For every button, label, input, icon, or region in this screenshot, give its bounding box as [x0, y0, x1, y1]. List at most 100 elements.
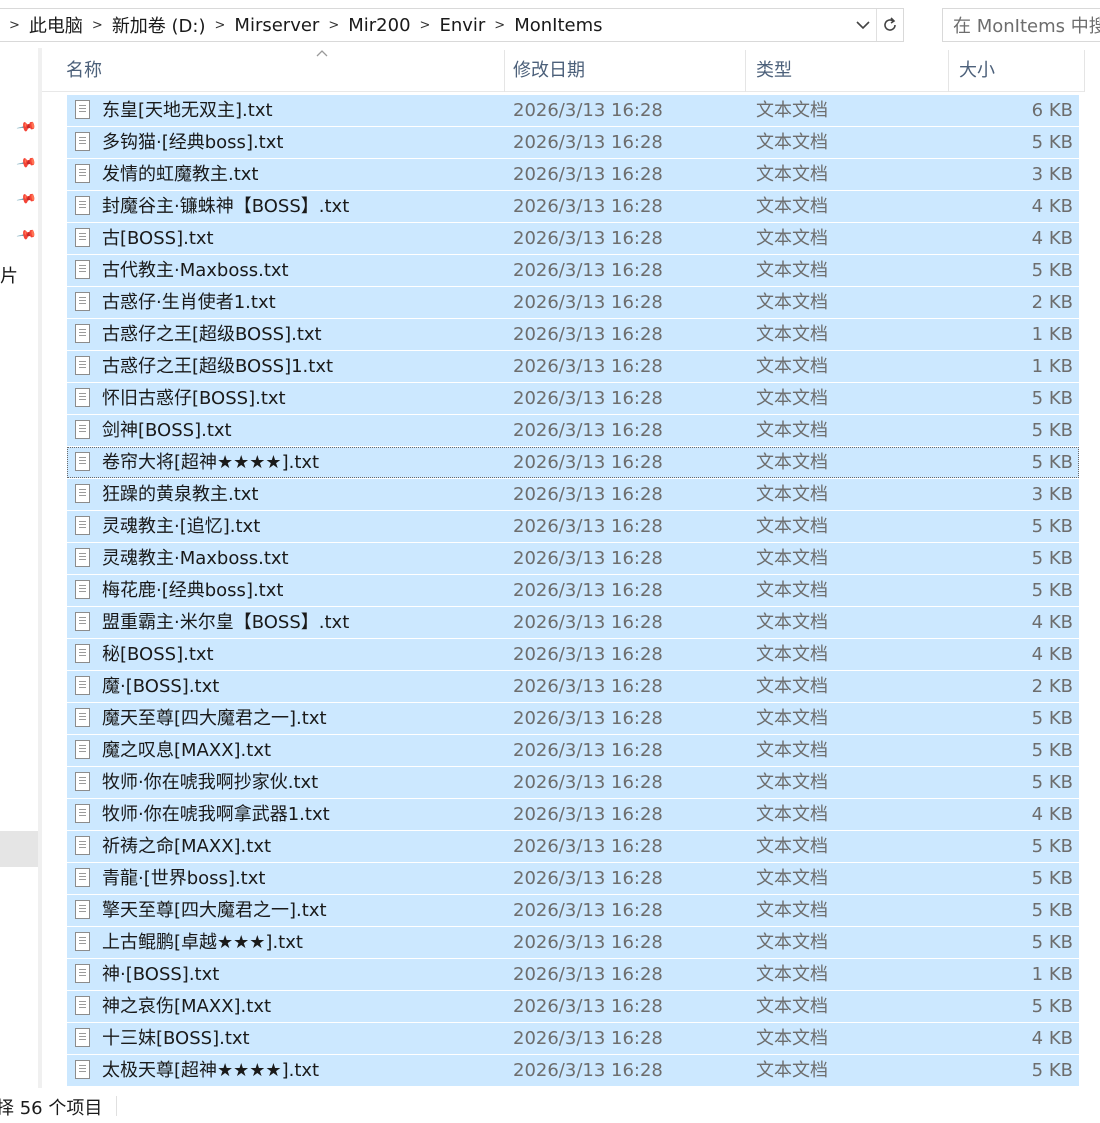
file-row[interactable]: 牧师·你在唬我啊抄家伙.txt 2026/3/13 16:28 文本文档 5 KB [67, 767, 1079, 798]
file-size: 5 KB [1031, 868, 1073, 889]
file-row[interactable]: 上古鲲鹏[卓越★★★].txt 2026/3/13 16:28 文本文档 5 KB [67, 927, 1079, 958]
file-row[interactable]: 古惑仔之王[超级BOSS]1.txt 2026/3/13 16:28 文本文档 1 K… [67, 351, 1079, 382]
file-row[interactable]: 东皇[天地无双主].txt 2026/3/13 16:28 文本文档 6 KB [67, 95, 1079, 126]
pin-icon[interactable]: 📌 [15, 189, 37, 211]
file-type: 文本文档 [756, 708, 828, 729]
search-input[interactable]: 在 MonItems 中搜 [942, 8, 1100, 42]
file-row[interactable]: 牧师·你在唬我啊拿武器1.txt 2026/3/13 16:28 文本文档 4 KB [67, 799, 1079, 830]
pin-icon[interactable]: 📌 [15, 153, 37, 175]
file-size: 5 KB [1031, 740, 1073, 761]
text-file-icon [75, 900, 90, 919]
address-bar[interactable]: > 此电脑 > 新加卷 (D:) > Mirserver > Mir200 > … [0, 8, 904, 42]
breadcrumb-drive-d[interactable]: 新加卷 (D:) [112, 12, 206, 38]
file-row[interactable]: 灵魂教主·[追忆].txt 2026/3/13 16:28 文本文档 5 KB [67, 511, 1079, 542]
file-name: 古惑仔之王[超级BOSS].txt [102, 324, 322, 345]
file-row[interactable]: 怀旧古惑仔[BOSS].txt 2026/3/13 16:28 文本文档 5 KB [67, 383, 1079, 414]
file-row[interactable]: 青龍·[世界boss].txt 2026/3/13 16:28 文本文档 5 KB [67, 863, 1079, 894]
text-file-icon [75, 388, 90, 407]
file-type: 文本文档 [756, 964, 828, 985]
refresh-icon[interactable] [876, 9, 903, 41]
column-header-date[interactable]: 修改日期 [503, 50, 746, 92]
file-size: 5 KB [1031, 996, 1073, 1017]
file-row[interactable]: 狂躁的黄泉教主.txt 2026/3/13 16:28 文本文档 3 KB [67, 479, 1079, 510]
file-row[interactable]: 灵魂教主·Maxboss.txt 2026/3/13 16:28 文本文档 5 KB [67, 543, 1079, 574]
file-row[interactable]: 擎天至尊[四大魔君之一].txt 2026/3/13 16:28 文本文档 5 KB [67, 895, 1079, 926]
nav-scrollbar[interactable] [38, 48, 42, 1088]
file-type: 文本文档 [756, 1028, 828, 1049]
text-file-icon [75, 260, 90, 279]
breadcrumb-envir[interactable]: Envir [439, 15, 485, 36]
nav-item-label[interactable]: 照片 [0, 262, 18, 288]
breadcrumb-this-pc[interactable]: 此电脑 [29, 12, 83, 38]
text-file-icon [75, 548, 90, 567]
file-size: 5 KB [1031, 1060, 1073, 1081]
breadcrumb-separator-icon[interactable]: > [411, 18, 440, 33]
file-row[interactable]: 魔之叹息[MAXX].txt 2026/3/13 16:28 文本文档 5 KB [67, 735, 1079, 766]
file-row[interactable]: 太极天尊[超神★★★★].txt 2026/3/13 16:28 文本文档 5 KB [67, 1055, 1079, 1086]
breadcrumb-mir200[interactable]: Mir200 [348, 15, 410, 36]
chevron-down-icon[interactable] [850, 9, 876, 41]
file-row[interactable]: 古惑仔·生肖使者1.txt 2026/3/13 16:28 文本文档 2 KB [67, 287, 1079, 318]
file-name: 祈祷之命[MAXX].txt [102, 836, 272, 857]
file-row[interactable]: 梅花鹿·[经典boss].txt 2026/3/13 16:28 文本文档 5 KB [67, 575, 1079, 606]
file-row[interactable]: 卷帘大将[超神★★★★].txt 2026/3/13 16:28 文本文档 5 KB [67, 447, 1079, 478]
file-name: 怀旧古惑仔[BOSS].txt [102, 388, 286, 409]
file-row[interactable]: 封魔谷主·镰蛛神【BOSS】.txt 2026/3/13 16:28 文本文档 4 K… [67, 191, 1079, 222]
breadcrumb-monitems[interactable]: MonItems [514, 15, 602, 36]
file-row[interactable]: 古代教主·Maxboss.txt 2026/3/13 16:28 文本文档 5 KB [67, 255, 1079, 286]
text-file-icon [75, 100, 90, 119]
file-type: 文本文档 [756, 260, 828, 281]
file-row[interactable]: 盟重霸主·米尔皇【BOSS】.txt 2026/3/13 16:28 文本文档 4 K… [67, 607, 1079, 638]
file-row[interactable]: 剑神[BOSS].txt 2026/3/13 16:28 文本文档 5 KB [67, 415, 1079, 446]
text-file-icon [75, 804, 90, 823]
file-row[interactable]: 秘[BOSS].txt 2026/3/13 16:28 文本文档 4 KB [67, 639, 1079, 670]
file-row[interactable]: 发情的虹魔教主.txt 2026/3/13 16:28 文本文档 3 KB [67, 159, 1079, 190]
file-type: 文本文档 [756, 452, 828, 473]
breadcrumb-mirserver[interactable]: Mirserver [234, 15, 319, 36]
text-file-icon [75, 452, 90, 471]
breadcrumb-separator-icon[interactable]: > [83, 18, 112, 33]
text-file-icon [75, 1060, 90, 1079]
file-row[interactable]: 十三妹[BOSS].txt 2026/3/13 16:28 文本文档 4 KB [67, 1023, 1079, 1054]
status-bar-text: 择 56 个项目 [0, 1098, 103, 1119]
file-size: 5 KB [1031, 132, 1073, 153]
file-type: 文本文档 [756, 996, 828, 1017]
column-header-size[interactable]: 大小 [949, 50, 1085, 92]
file-row[interactable]: 古惑仔之王[超级BOSS].txt 2026/3/13 16:28 文本文档 1 KB [67, 319, 1079, 350]
file-date: 2026/3/13 16:28 [513, 964, 663, 985]
file-date: 2026/3/13 16:28 [513, 996, 663, 1017]
column-header-type[interactable]: 类型 [746, 50, 949, 92]
file-row[interactable]: 魔天至尊[四大魔君之一].txt 2026/3/13 16:28 文本文档 5 KB [67, 703, 1079, 734]
file-size: 5 KB [1031, 580, 1073, 601]
text-file-icon [75, 836, 90, 855]
file-type: 文本文档 [756, 420, 828, 441]
file-row[interactable]: 古[BOSS].txt 2026/3/13 16:28 文本文档 4 KB [67, 223, 1079, 254]
file-row[interactable]: 多钩猫·[经典boss].txt 2026/3/13 16:28 文本文档 5 KB [67, 127, 1079, 158]
file-type: 文本文档 [756, 644, 828, 665]
text-file-icon [75, 228, 90, 247]
file-type: 文本文档 [756, 324, 828, 345]
breadcrumb-separator-icon[interactable]: > [485, 18, 514, 33]
file-size: 5 KB [1031, 900, 1073, 921]
file-row[interactable]: 神·[BOSS].txt 2026/3/13 16:28 文本文档 1 KB [67, 959, 1079, 990]
pin-icon[interactable]: 📌 [15, 117, 37, 139]
file-name: 灵魂教主·Maxboss.txt [102, 548, 289, 569]
breadcrumb-separator-icon[interactable]: > [206, 18, 235, 33]
list-gutter [1083, 92, 1100, 1088]
breadcrumb-separator-icon[interactable]: > [319, 18, 348, 33]
text-file-icon [75, 164, 90, 183]
file-name: 神之哀伤[MAXX].txt [102, 996, 272, 1017]
file-type: 文本文档 [756, 484, 828, 505]
file-row[interactable]: 魔·[BOSS].txt 2026/3/13 16:28 文本文档 2 KB [67, 671, 1079, 702]
column-header-name[interactable]: 名称 [56, 50, 505, 92]
file-type: 文本文档 [756, 676, 828, 697]
nav-selected-item[interactable] [0, 831, 38, 867]
column-header-bar: 名称 修改日期 类型 大小 [42, 50, 1085, 92]
file-row[interactable]: 祈祷之命[MAXX].txt 2026/3/13 16:28 文本文档 5 KB [67, 831, 1079, 862]
pin-icon[interactable]: 📌 [15, 225, 37, 247]
text-file-icon [75, 644, 90, 663]
file-type: 文本文档 [756, 772, 828, 793]
breadcrumb-separator-icon[interactable]: > [0, 18, 29, 33]
text-file-icon [75, 964, 90, 983]
file-row[interactable]: 神之哀伤[MAXX].txt 2026/3/13 16:28 文本文档 5 KB [67, 991, 1079, 1022]
